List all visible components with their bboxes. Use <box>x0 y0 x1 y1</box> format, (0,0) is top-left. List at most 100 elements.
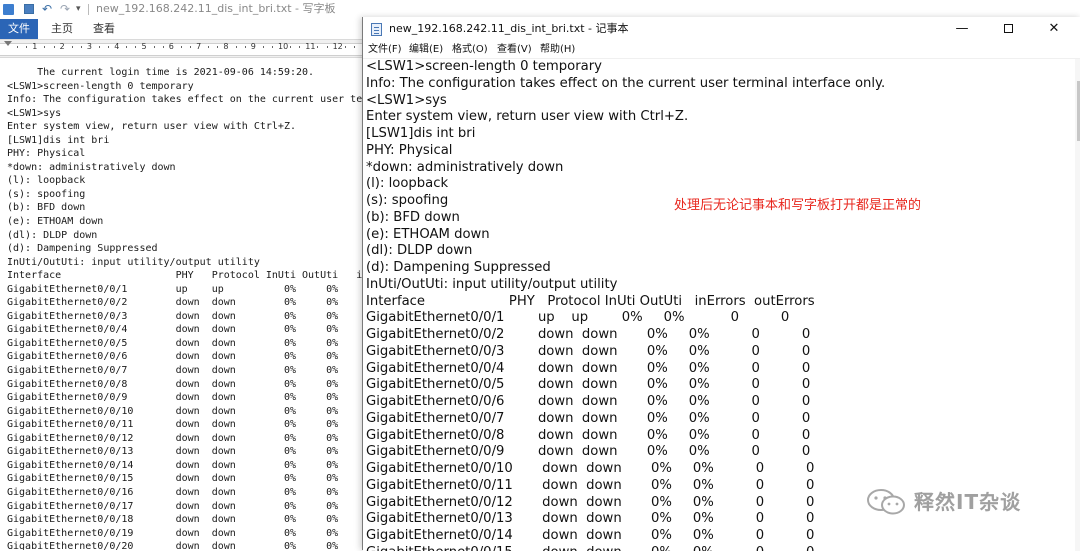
notepad-line: GigabitEthernet0/0/1 up up 0% 0% 0 0 <box>366 310 790 326</box>
ruler-tick <box>344 46 346 48</box>
ruler-tick <box>153 46 155 48</box>
menu-file[interactable]: 文件(F) <box>368 42 402 57</box>
ruler-tick <box>162 46 164 48</box>
ruler-number: 3 <box>86 42 92 51</box>
save-icon[interactable] <box>24 4 34 14</box>
notepad-line: GigabitEthernet0/0/12 down down 0% 0% 0 … <box>366 494 815 510</box>
wordpad-line: The current login time is 2021-09-06 14:… <box>7 67 315 78</box>
undo-icon[interactable]: ↶ <box>42 2 52 16</box>
notepad-line: InUti/OutUti: input utility/output utili… <box>366 276 618 292</box>
notepad-line: GigabitEthernet0/0/8 down down 0% 0% 0 0 <box>366 427 811 443</box>
ruler-number: 9 <box>250 42 256 51</box>
wordpad-line: GigabitEthernet0/0/10 down down 0% 0% <box>7 405 339 417</box>
wordpad-line: GigabitEthernet0/0/17 down down 0% 0% <box>7 500 339 512</box>
ruler-number: 10 <box>278 42 289 51</box>
wordpad-line: (e): ETHOAM down <box>7 216 104 228</box>
titlebar-divider <box>88 4 89 15</box>
wordpad-line: GigabitEthernet0/0/16 down down 0% 0% <box>7 486 339 498</box>
wordpad-line: GigabitEthernet0/0/4 down down 0% 0% <box>7 324 339 336</box>
menu-view[interactable]: 查看(V) <box>497 42 532 57</box>
close-button[interactable]: ✕ <box>1031 17 1077 41</box>
notepad-line: [LSW1]dis int bri <box>366 126 476 141</box>
ruler-tick <box>317 46 319 48</box>
wordpad-line: [LSW1]dis int bri <box>7 134 110 146</box>
notepad-line: (d): Dampening Suppressed <box>366 260 551 275</box>
wordpad-line: Info: The configuration takes effect on … <box>7 94 381 106</box>
ruler-tick <box>126 46 128 48</box>
ruler-tick <box>290 46 292 48</box>
notepad-line: (dl): DLDP down <box>366 243 473 259</box>
notepad-line: GigabitEthernet0/0/9 down down 0% 0% 0 0 <box>366 444 811 460</box>
ruler-tick <box>108 46 110 48</box>
wordpad-title: new_192.168.242.11_dis_int_bri.txt - 写字板 <box>96 2 336 15</box>
notepad-line: GigabitEthernet0/0/7 down down 0% 0% 0 0 <box>366 410 811 426</box>
menu-help[interactable]: 帮助(H) <box>540 42 575 57</box>
ruler-tick <box>262 46 264 48</box>
tab-home[interactable]: 主页 <box>46 19 78 39</box>
wordpad-line: GigabitEthernet0/0/20 down down 0% 0% <box>7 541 339 550</box>
wordpad-line: GigabitEthernet0/0/19 down down 0% 0% <box>7 527 339 539</box>
notepad-line: Interface PHY Protocol InUti OutUti inEr… <box>366 293 815 309</box>
wordpad-line: (l): loopback <box>7 175 86 187</box>
ruler-tick <box>271 46 273 48</box>
notepad-titlebar[interactable]: new_192.168.242.11_dis_int_bri.txt - 记事本… <box>363 17 1080 41</box>
ruler-tick <box>135 46 137 48</box>
tab-file[interactable]: 文件 <box>0 19 38 39</box>
wordpad-line: GigabitEthernet0/0/12 down down 0% 0% <box>7 432 339 444</box>
ruler-tick <box>190 46 191 48</box>
menu-edit[interactable]: 编辑(E) <box>409 42 443 57</box>
notepad-menubar: 文件(F) 编辑(E) 格式(O) 查看(V) 帮助(H) <box>363 41 1080 58</box>
wordpad-line: GigabitEthernet0/0/6 down down 0% 0% <box>7 351 339 363</box>
ruler-tick <box>353 46 355 48</box>
wordpad-line: <LSW1>screen-length 0 temporary <box>7 80 194 92</box>
ruler-tick <box>217 46 219 48</box>
wordpad-line: GigabitEthernet0/0/5 down down 0% 0% <box>7 337 339 349</box>
ruler-number: 7 <box>196 42 202 51</box>
maximize-button[interactable] <box>985 17 1031 41</box>
notepad-line: GigabitEthernet0/0/4 down down 0% 0% 0 0 <box>366 360 811 376</box>
annotation-note: 处理后无论记事本和写字板打开都是正常的 <box>674 198 922 213</box>
ruler-tick <box>99 46 100 48</box>
notepad-title: new_192.168.242.11_dis_int_bri.txt - 记事本 <box>389 22 629 35</box>
ruler-tick <box>244 46 246 48</box>
ruler-tick <box>180 46 182 48</box>
ruler-number: 8 <box>223 42 229 51</box>
notepad-text-area[interactable]: <LSW1>screen-length 0 temporary Info: The… <box>363 58 1080 551</box>
wordpad-line: GigabitEthernet0/0/15 down down 0% 0% <box>7 473 339 485</box>
minimize-button[interactable]: — <box>939 17 985 41</box>
menu-format[interactable]: 格式(O) <box>452 42 488 57</box>
ruler-number: 12 <box>332 42 343 51</box>
wordpad-line: GigabitEthernet0/0/11 down down 0% 0% <box>7 419 339 431</box>
indent-marker[interactable] <box>4 41 12 46</box>
redo-icon[interactable]: ↷ <box>60 2 70 16</box>
ruler-tick <box>80 46 82 48</box>
wordpad-line: GigabitEthernet0/0/13 down down 0% 0% <box>7 446 339 458</box>
notepad-line: GigabitEthernet0/0/14 down down 0% 0% 0 … <box>366 528 815 543</box>
wordpad-line: Enter system view, return user view with… <box>7 121 296 133</box>
notepad-window: new_192.168.242.11_dis_int_bri.txt - 记事本… <box>362 17 1080 551</box>
notepad-line: <LSW1>sys <box>366 92 447 108</box>
ruler-tick <box>53 46 55 48</box>
ruler-tick <box>326 46 328 48</box>
notepad-line: GigabitEthernet0/0/10 down down 0% 0% 0 … <box>366 461 815 476</box>
wordpad-line: (d): Dampening Suppressed <box>7 243 158 255</box>
ruler-tick <box>17 46 19 48</box>
vertical-scrollbar[interactable] <box>1075 59 1080 551</box>
quick-access-dropdown-icon[interactable]: ▾ <box>76 2 81 16</box>
wordpad-line: GigabitEthernet0/0/3 down down 0% 0% <box>7 310 339 322</box>
wordpad-line: *down: administratively down <box>7 161 176 173</box>
notepad-line: GigabitEthernet0/0/5 down down 0% 0% 0 0 <box>366 377 811 393</box>
wordpad-line: Interface PHY Protocol InUti OutUti inEr <box>7 270 381 282</box>
wordpad-line: GigabitEthernet0/0/8 down down 0% 0% <box>7 378 339 390</box>
ruler-tick <box>299 46 301 48</box>
wordpad-line: InUti/OutUti: input utility/output utili… <box>7 256 260 268</box>
minimize-icon: — <box>955 21 969 36</box>
notepad-text: <LSW1>screen-length 0 temporary Info: The… <box>366 59 885 551</box>
ruler-tick <box>26 46 28 48</box>
wordpad-line: (dl): DLDP down <box>7 229 98 241</box>
wordpad-line: (s): spoofing <box>7 188 86 200</box>
wordpad-line: GigabitEthernet0/0/1 up up 0% 0% <box>7 283 339 295</box>
ruler-number: 1 <box>32 42 38 51</box>
tab-view[interactable]: 查看 <box>88 19 120 39</box>
ruler-number: 6 <box>168 42 174 51</box>
